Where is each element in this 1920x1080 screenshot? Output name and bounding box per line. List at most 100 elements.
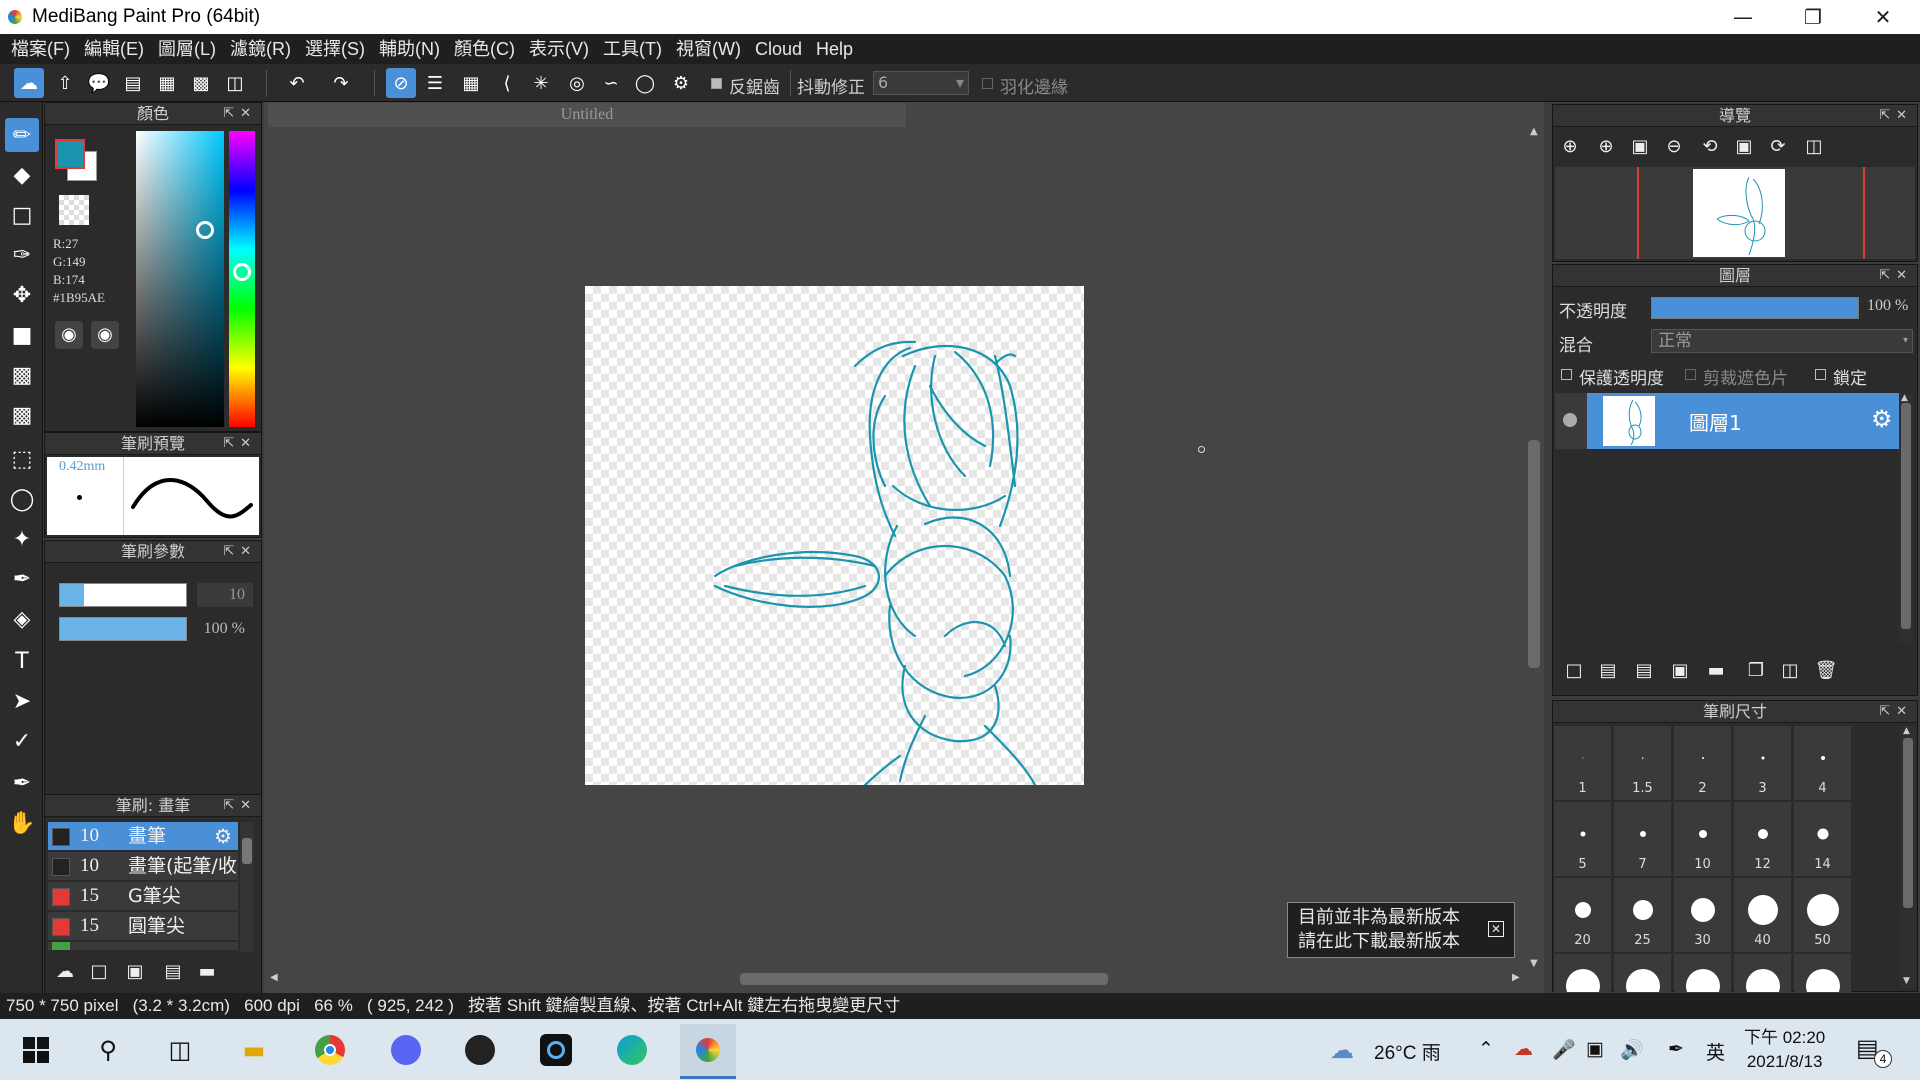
actual-size-icon[interactable]: ▣ [1729, 131, 1759, 161]
canvas-horizontal-scrollbar[interactable]: ◀ ▶ [268, 972, 1526, 986]
brush-size-cell[interactable]: 50 [1794, 878, 1852, 953]
brush-list-item[interactable]: 15 圓筆尖 [48, 912, 238, 940]
saturation-brightness-picker[interactable] [136, 131, 224, 427]
fill-rect-tool-icon[interactable]: ■ [5, 318, 39, 352]
panel-controls-icon[interactable]: ⇱✕ [223, 795, 257, 817]
scroll-up-icon[interactable]: ▲ [1903, 726, 1910, 736]
panel-controls-icon[interactable]: ⇱✕ [223, 433, 257, 455]
chart-icon[interactable]: ◫ [220, 68, 250, 98]
operation-tool-icon[interactable]: ➤ [5, 684, 39, 718]
text-tool-icon[interactable]: T [5, 644, 39, 678]
select-pen-tool-icon[interactable]: ✒ [5, 562, 39, 596]
scroll-left-icon[interactable]: ◀ [270, 972, 278, 983]
zoom-in-alt-icon[interactable]: ⊕ [1591, 131, 1621, 161]
gear-icon[interactable]: ⚙ [1871, 405, 1893, 433]
scroll-down-icon[interactable]: ▼ [1903, 976, 1910, 986]
feather-checkbox[interactable] [982, 78, 993, 89]
grid-snap-icon[interactable]: ▦ [456, 68, 486, 98]
eraser-tool-icon[interactable]: ◆ [5, 158, 39, 192]
ellipse-snap-icon[interactable]: ◯ [630, 68, 660, 98]
menu-color[interactable]: 顏色(C) [447, 34, 522, 64]
folder-icon[interactable]: ▬ [1701, 655, 1731, 685]
brush-size-cell[interactable] [1794, 954, 1852, 992]
brush-tool-icon[interactable]: ✏ [5, 118, 39, 152]
lock-checkbox[interactable] [1815, 369, 1826, 380]
scroll-up-icon[interactable]: ▲ [1901, 393, 1908, 403]
search-icon[interactable]: ⚲ [80, 1024, 136, 1076]
weather-text[interactable]: 26°C 雨 [1374, 1038, 1441, 1065]
drawing-canvas[interactable] [585, 286, 1084, 785]
brush-size-slider[interactable] [59, 583, 187, 607]
radial-snap-icon[interactable]: ✳ [526, 68, 556, 98]
upload-icon[interactable]: ⇧ [50, 68, 80, 98]
brush-size-cell[interactable]: 40 [1734, 878, 1792, 953]
scroll-down-icon[interactable]: ▼ [1530, 958, 1538, 969]
magic-wand-tool-icon[interactable]: ✦ [5, 522, 39, 556]
divide-tool-icon[interactable]: ✓ [5, 724, 39, 758]
cloud-brush-icon[interactable]: ☁ [50, 956, 80, 986]
update-notice[interactable]: 目前並非為最新版本 請在此下載最新版本 ✕ [1287, 902, 1515, 958]
panel-controls-icon[interactable]: ⇱✕ [1879, 265, 1913, 287]
menu-filter[interactable]: 濾鏡(R) [223, 34, 298, 64]
brush-size-cell[interactable] [1734, 954, 1792, 992]
edge-icon[interactable] [604, 1024, 660, 1076]
brush-list-scrollbar[interactable] [240, 822, 254, 952]
concentric-snap-icon[interactable]: ◎ [562, 68, 592, 98]
scroll-right-icon[interactable]: ▶ [1512, 972, 1520, 983]
scroll-up-icon[interactable]: ▲ [1530, 126, 1538, 137]
clipping-checkbox[interactable] [1685, 369, 1696, 380]
obs-icon[interactable] [452, 1024, 508, 1076]
menu-view[interactable]: 表示(V) [522, 34, 596, 64]
file-explorer-icon[interactable]: ▬ [226, 1024, 282, 1076]
hue-slider[interactable] [229, 131, 255, 427]
navigator-preview[interactable] [1555, 167, 1915, 259]
brush-size-cell[interactable]: 7 [1614, 802, 1672, 877]
1bit-layer-icon[interactable]: ▤ [1629, 655, 1659, 685]
snap-off-icon[interactable]: ⊘ [386, 68, 416, 98]
menu-layer[interactable]: 圖層(L) [151, 34, 223, 64]
brush-opacity-slider[interactable] [59, 617, 187, 641]
menu-select[interactable]: 選擇(S) [298, 34, 372, 64]
layers-scroll-thumb[interactable] [1901, 403, 1911, 629]
brush-list-item[interactable]: 10 畫筆(起筆/收 [48, 852, 238, 880]
brush-size-cell[interactable] [1554, 954, 1612, 992]
document-icon[interactable]: ▦ [152, 68, 182, 98]
brush-list-item[interactable]: 10 畫筆 ⚙ [48, 822, 238, 850]
brush-size-cell[interactable]: 10 [1674, 802, 1732, 877]
gradient-tool-icon[interactable]: ▩ [5, 398, 39, 432]
protect-alpha-checkbox[interactable] [1561, 369, 1572, 380]
app-icon[interactable] [528, 1024, 584, 1076]
flip-icon[interactable]: ◫ [1799, 131, 1829, 161]
gear-icon[interactable]: ⚙ [214, 822, 232, 850]
canvas-vertical-scrollbar[interactable]: ▲ ▼ [1526, 126, 1540, 970]
microphone-icon[interactable]: 🎤 [1552, 1038, 1576, 1062]
blend-mode-select[interactable]: 正常 ▾ [1651, 329, 1913, 353]
cloud-sync-icon[interactable]: ☁ [14, 68, 44, 98]
brush-size-scroll-thumb[interactable] [1903, 738, 1913, 908]
brush-size-cell[interactable] [1674, 954, 1732, 992]
panel-controls-icon[interactable]: ⇱✕ [223, 103, 257, 125]
zoom-in-icon[interactable]: ⊕ [1555, 131, 1585, 161]
brush-size-cell[interactable]: 20 [1554, 878, 1612, 953]
panel-controls-icon[interactable]: ⇱✕ [223, 541, 257, 563]
panel-controls-icon[interactable]: ⇱✕ [1879, 105, 1913, 127]
medibang-taskbar-icon[interactable] [680, 1024, 736, 1076]
layer-row[interactable]: 圖層1 ⚙ [1587, 393, 1899, 449]
brush-settings-icon[interactable]: ▤ [158, 956, 188, 986]
brush-size-cell[interactable]: 3 [1734, 726, 1792, 801]
curve-snap-icon[interactable]: ∽ [596, 68, 626, 98]
fit-screen-icon[interactable]: ▣ [1625, 131, 1655, 161]
brush-folder-icon[interactable]: ▬ [192, 956, 222, 986]
windows-start-icon[interactable] [8, 1024, 64, 1076]
eyedropper-tool-icon[interactable]: ✒ [5, 766, 39, 800]
close-button[interactable]: ✕ [1848, 0, 1918, 34]
rotate-left-icon[interactable]: ⟲ [1695, 131, 1725, 161]
move-tool-icon[interactable]: ✥ [5, 278, 39, 312]
volume-icon[interactable]: 🔊 [1620, 1038, 1644, 1062]
dot-pen-tool-icon[interactable]: ✑ [5, 238, 39, 272]
chrome-icon[interactable] [302, 1024, 358, 1076]
brush-size-cell[interactable]: 14 [1794, 802, 1852, 877]
new-layer-icon[interactable]: □ [1559, 655, 1589, 685]
brush-size-cell[interactable] [1614, 954, 1672, 992]
restore-button[interactable]: ❐ [1778, 0, 1848, 34]
